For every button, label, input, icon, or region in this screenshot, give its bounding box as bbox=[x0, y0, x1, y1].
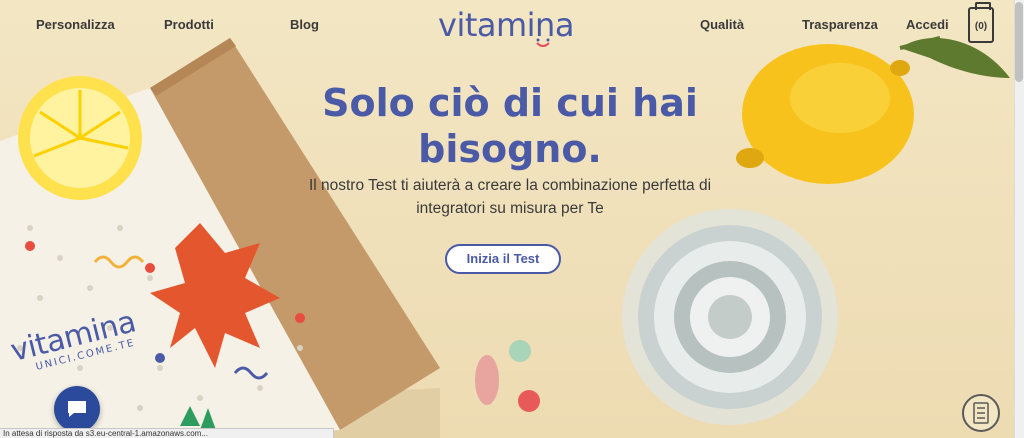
start-test-button[interactable]: Inizia il Test bbox=[445, 244, 561, 274]
browser-status-bar: In attesa di risposta da s3.eu-central-1… bbox=[0, 428, 334, 438]
hero-section: vitamina UNICI.COME.TE Personalizza Prod… bbox=[0, 0, 1014, 438]
chat-button[interactable] bbox=[54, 386, 100, 432]
pills-illustration bbox=[475, 340, 540, 412]
nav-prodotti[interactable]: Prodotti bbox=[164, 17, 214, 32]
nav-trasparenza[interactable]: Trasparenza bbox=[802, 17, 878, 32]
lemon-illustration bbox=[736, 36, 1010, 184]
hero-headline: Solo ciò di cui hai bisogno. bbox=[322, 81, 698, 171]
nav-blog[interactable]: Blog bbox=[290, 17, 319, 32]
hero-subtitle: Il nostro Test ti aiuterà a creare la co… bbox=[308, 177, 712, 217]
nav-accedi[interactable]: Accedi bbox=[906, 17, 949, 32]
nav-qualita[interactable]: Qualità bbox=[700, 17, 744, 32]
brand-logo[interactable]: vitamina bbox=[438, 4, 574, 48]
page-scrollbar[interactable] bbox=[1014, 0, 1024, 438]
smile-icon bbox=[536, 38, 550, 47]
scrollbar-thumb[interactable] bbox=[1015, 2, 1023, 82]
nav-personalizza[interactable]: Personalizza bbox=[36, 17, 115, 32]
checklist-icon bbox=[973, 402, 989, 424]
cart-count: (0) bbox=[974, 21, 988, 32]
checklist-button[interactable] bbox=[962, 394, 1000, 432]
cart-jar-icon[interactable]: (0) bbox=[968, 2, 994, 43]
water-glass-illustration bbox=[622, 209, 838, 425]
chat-bubble-icon bbox=[68, 401, 86, 417]
